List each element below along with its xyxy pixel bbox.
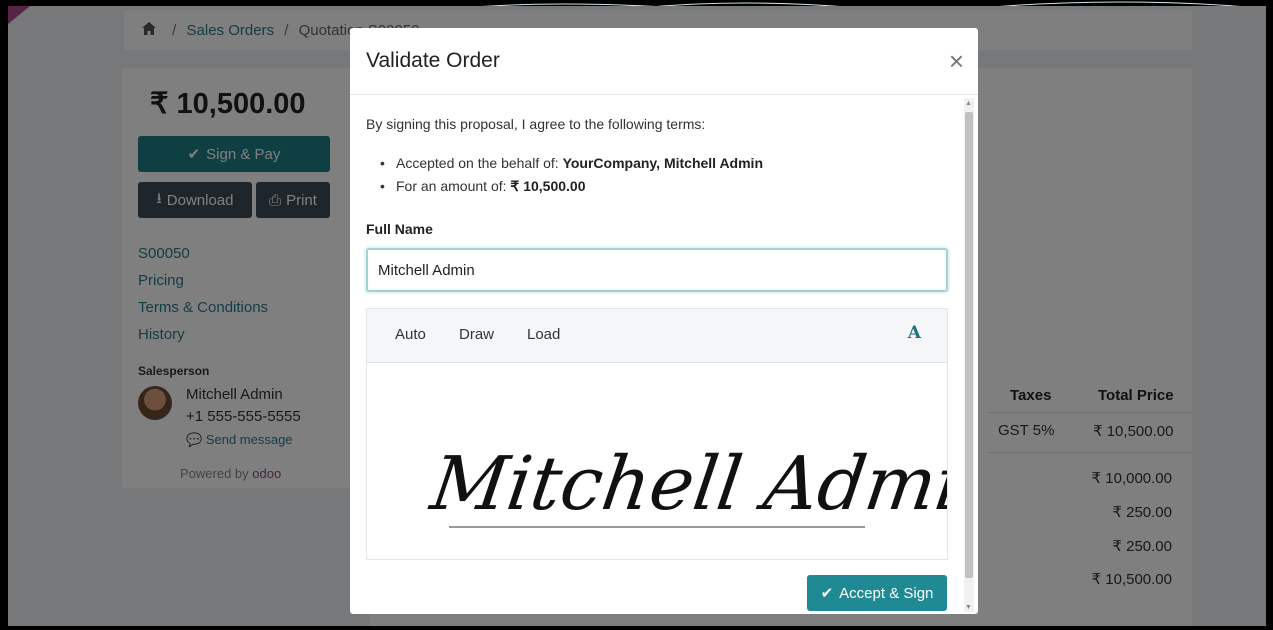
full-name-label: Full Name [366, 221, 433, 237]
tab-load[interactable]: Load [527, 326, 560, 343]
accepted-value: YourCompany, Mitchell Admin [562, 155, 763, 171]
signature-canvas[interactable]: Mitchell Admin [367, 363, 947, 559]
signature-text: Mitchell Admin [424, 440, 947, 527]
check-icon: ✔ [820, 585, 834, 602]
full-name-input[interactable] [366, 248, 948, 292]
amount-value: ₹ 10,500.00 [510, 178, 586, 194]
list-item: For an amount of: ₹ 10,500.00 [380, 175, 763, 198]
close-icon[interactable]: × [949, 48, 964, 74]
signature-mode-tabs: Auto Draw Load A [367, 309, 947, 363]
scroll-down-icon[interactable]: ▼ [965, 604, 972, 611]
accepted-prefix: Accepted on the behalf of: [396, 155, 563, 171]
dialog-title: Validate Order [366, 49, 500, 72]
accept-sign-label: Accept & Sign [839, 584, 934, 602]
scroll-up-icon[interactable]: ▲ [965, 100, 972, 107]
scrollbar-thumb[interactable] [965, 112, 973, 578]
signature-panel: Auto Draw Load A Mitchell Admin [366, 308, 948, 560]
terms-list: Accepted on the behalf of: YourCompany, … [380, 152, 763, 198]
list-item: Accepted on the behalf of: YourCompany, … [380, 152, 763, 175]
validate-order-dialog: Validate Order × ▲ ▼ By signing this pro… [350, 28, 978, 614]
screenshot-frame: / Sales Orders / Quotation S00050 ₹ 10,5… [0, 0, 1273, 630]
tab-draw[interactable]: Draw [459, 326, 494, 343]
dialog-header: Validate Order × [350, 28, 978, 95]
dialog-scrollbar[interactable]: ▲ ▼ [964, 98, 974, 612]
amount-prefix: For an amount of: [396, 178, 511, 194]
font-selector-icon[interactable]: A [908, 323, 921, 343]
accept-sign-button[interactable]: ✔ Accept & Sign [807, 575, 947, 611]
terms-intro: By signing this proposal, I agree to the… [366, 116, 706, 132]
tab-auto[interactable]: Auto [395, 326, 426, 343]
browser-viewport: / Sales Orders / Quotation S00050 ₹ 10,5… [8, 6, 1266, 626]
